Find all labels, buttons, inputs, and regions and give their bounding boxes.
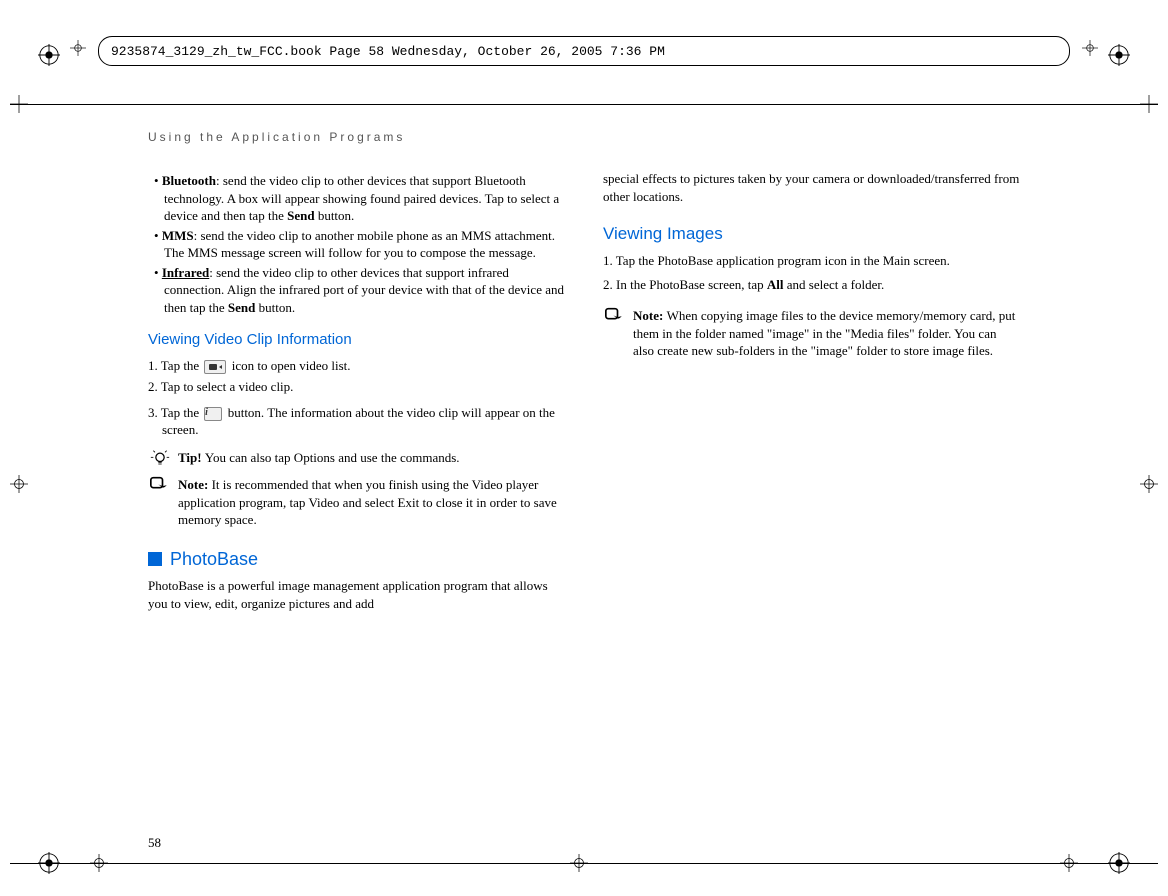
step-3: 3. Tap the button. The information about…: [148, 404, 565, 439]
step-2: 2. Tap to select a video clip.: [148, 378, 565, 396]
lightbulb-icon: [148, 449, 172, 469]
label-bluetooth: Bluetooth: [162, 173, 216, 188]
cross-mark-icon: [1140, 95, 1158, 113]
bullet-infrared: Infrared: send the video clip to other d…: [154, 264, 565, 317]
note-text: It is recommended that when you finish u…: [178, 477, 557, 527]
video-list-icon: [204, 360, 226, 374]
label-send: Send: [287, 208, 314, 223]
note-callout: Note: It is recommended that when you fi…: [148, 476, 565, 529]
right-step-2: 2. In the PhotoBase screen, tap All and …: [603, 276, 1020, 294]
photobase-intro: PhotoBase is a powerful image management…: [148, 577, 565, 612]
cross-mark-icon: [1060, 854, 1078, 872]
info-button-icon: [204, 407, 222, 421]
heading-viewing-video-info: Viewing Video Clip Information: [148, 330, 565, 350]
note-hand-icon: [148, 476, 172, 496]
framemaker-header-text: 9235874_3129_zh_tw_FCC.book Page 58 Wedn…: [111, 44, 665, 59]
registration-mark-icon: [38, 852, 60, 874]
step-1: 1. Tap the icon to open video list.: [148, 357, 565, 375]
label-mms: MMS: [162, 228, 194, 243]
note-hand-icon: [603, 307, 627, 327]
bullet-mms: MMS: send the video clip to another mobi…: [154, 227, 565, 262]
label-send: Send: [228, 300, 255, 315]
right-column: special effects to pictures taken by you…: [603, 170, 1020, 612]
heading-viewing-images: Viewing Images: [603, 223, 1020, 246]
left-column: Bluetooth: send the video clip to other …: [148, 170, 565, 612]
page-number: 58: [148, 835, 161, 851]
tip-label: Tip!: [178, 450, 205, 465]
heading-photobase: PhotoBase: [148, 547, 565, 571]
note-text: When copying image files to the device m…: [633, 308, 1015, 358]
tip-text: You can also tap Options and use the com…: [205, 450, 460, 465]
tip-callout: Tip! You can also tap Options and use th…: [148, 449, 565, 467]
crop-line: [10, 104, 1158, 105]
note-label: Note:: [178, 477, 212, 492]
cross-mark-icon: [70, 40, 86, 56]
cross-mark-icon: [1082, 40, 1098, 56]
registration-mark-icon: [1108, 852, 1130, 874]
cross-mark-icon: [10, 95, 28, 113]
label-all: All: [767, 277, 784, 292]
note-callout-right: Note: When copying image files to the de…: [603, 307, 1020, 360]
right-step-1: 1. Tap the PhotoBase application program…: [603, 252, 1020, 270]
framemaker-header: 9235874_3129_zh_tw_FCC.book Page 58 Wedn…: [98, 36, 1070, 66]
cross-mark-icon: [90, 854, 108, 872]
running-head: Using the Application Programs: [148, 130, 1020, 144]
bullet-bluetooth: Bluetooth: send the video clip to other …: [154, 172, 565, 225]
photobase-intro-cont: special effects to pictures taken by you…: [603, 170, 1020, 205]
section-square-icon: [148, 552, 162, 566]
note-label: Note:: [633, 308, 667, 323]
cross-mark-icon: [570, 854, 588, 872]
cross-mark-icon: [1140, 475, 1158, 493]
label-infrared: Infrared: [162, 265, 209, 280]
cross-mark-icon: [10, 475, 28, 493]
